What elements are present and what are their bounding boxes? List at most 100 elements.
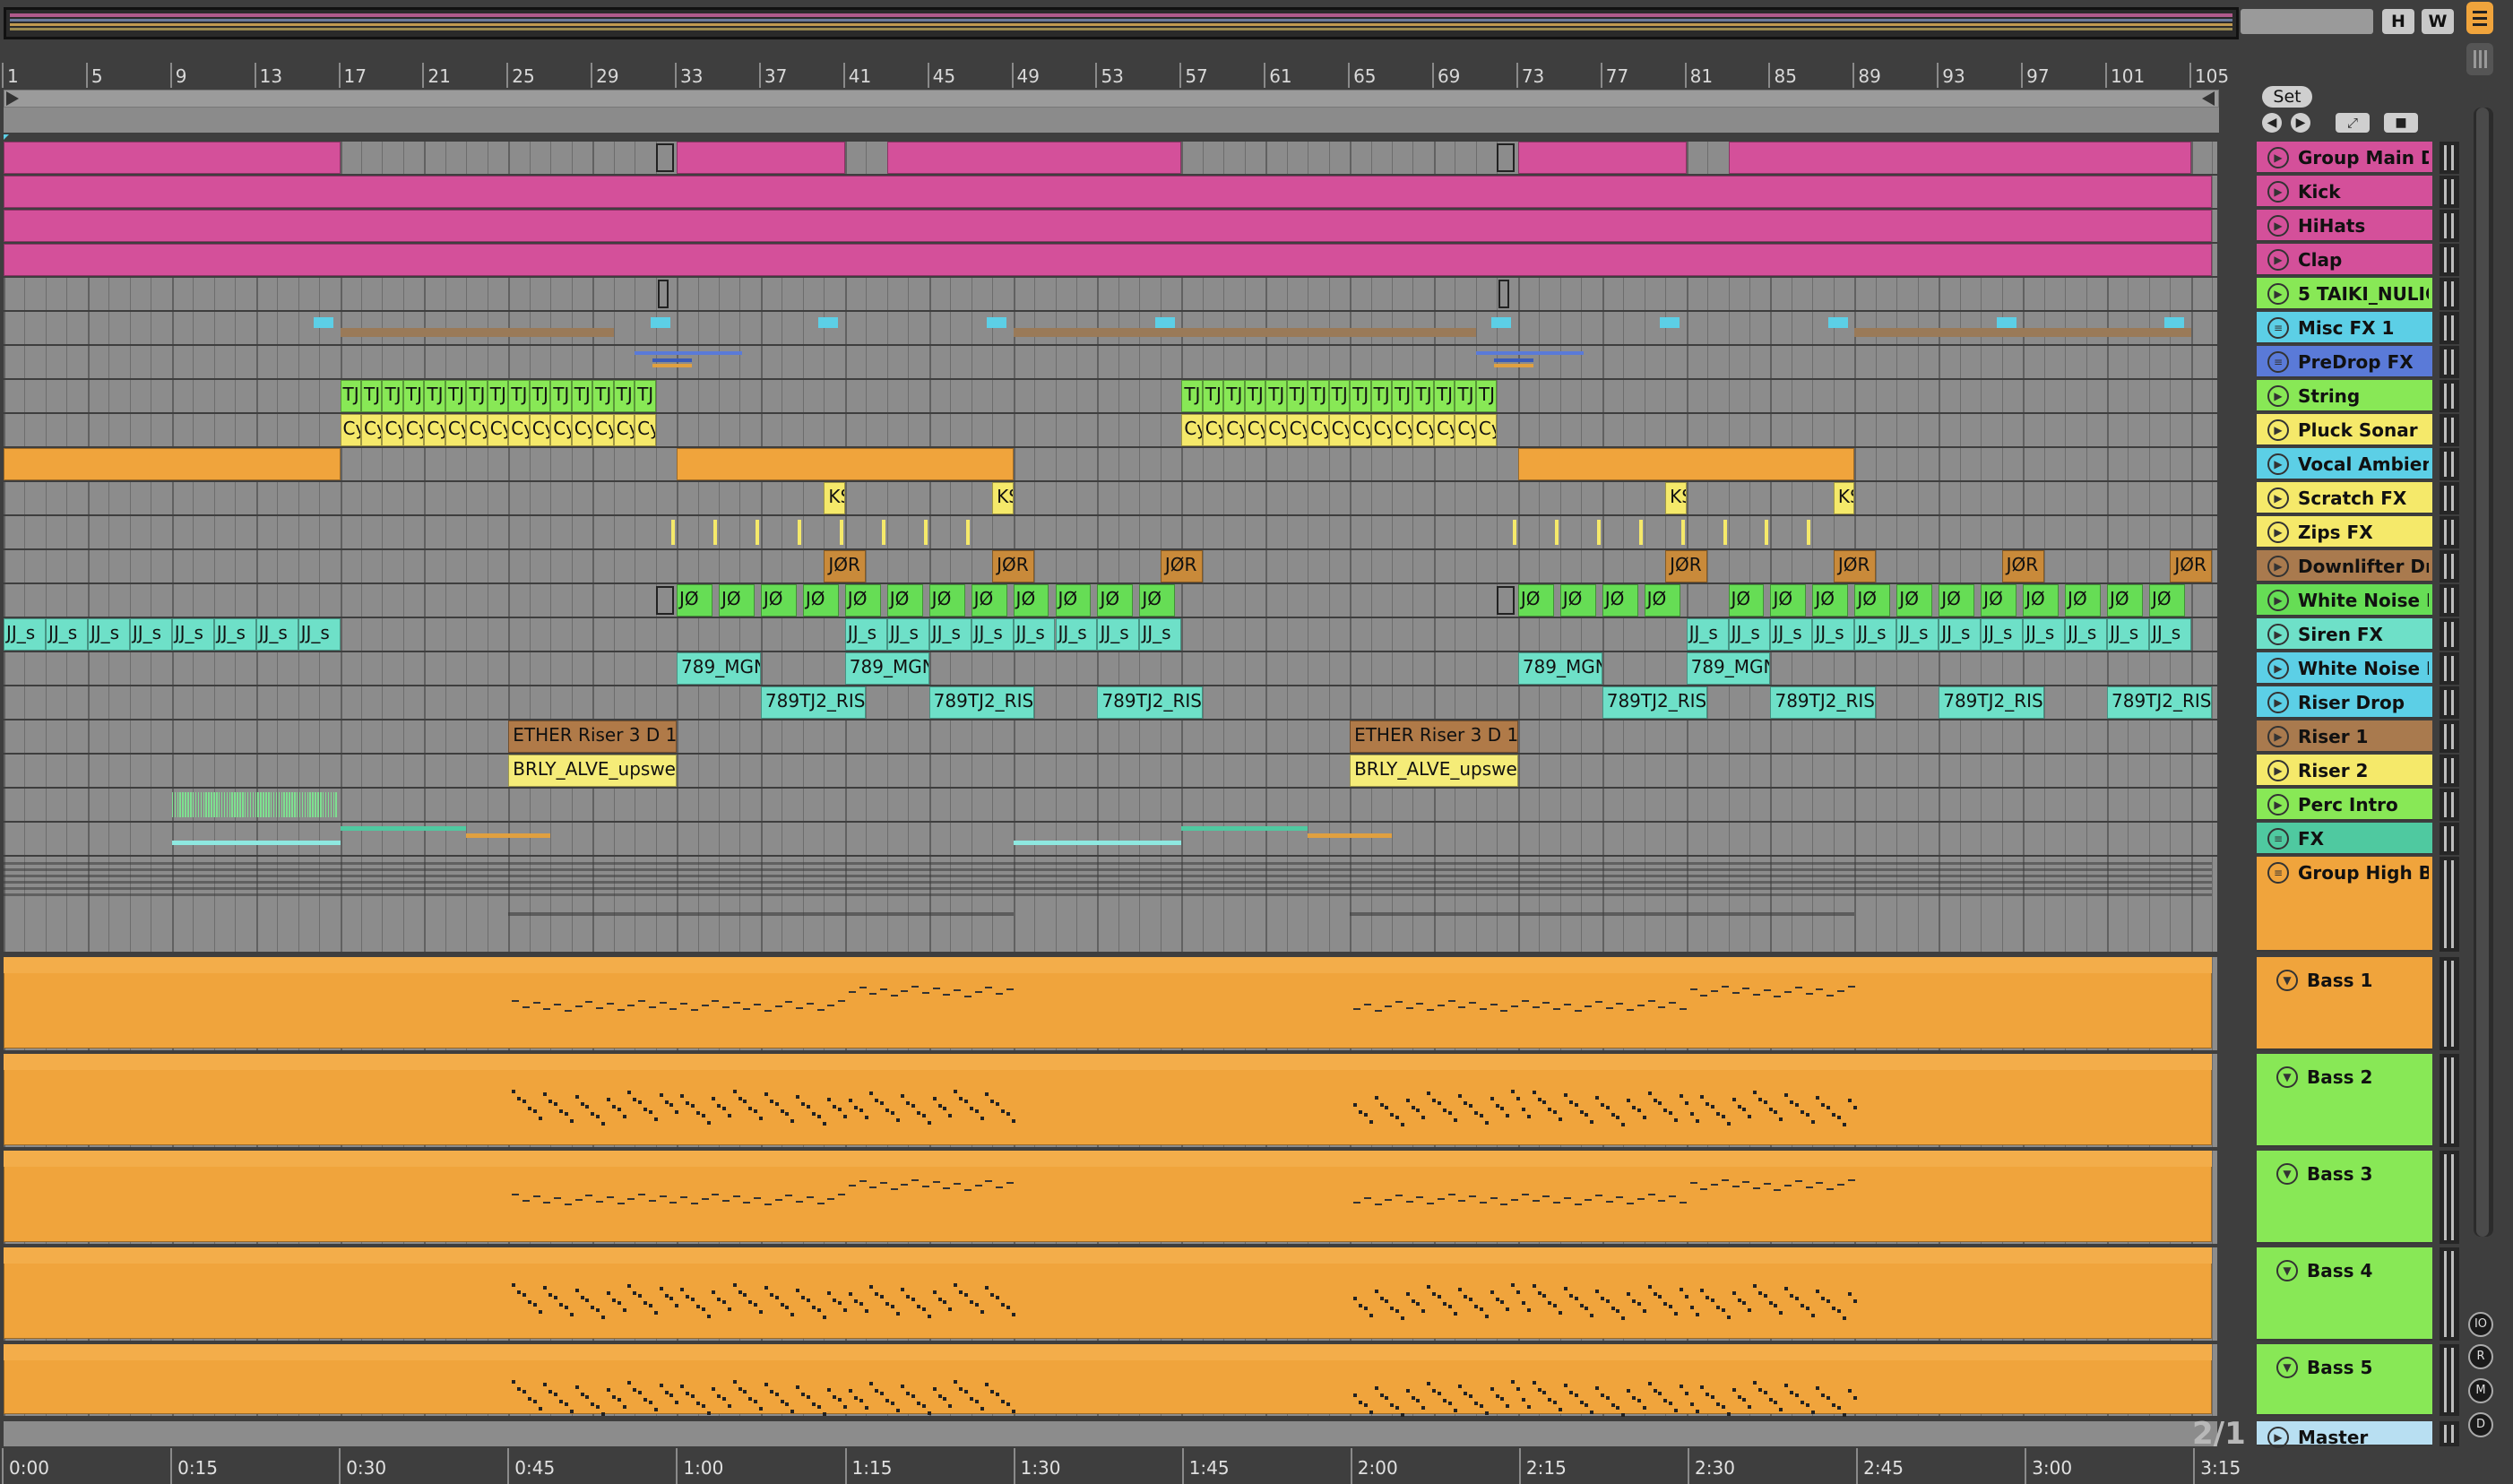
track-lane[interactable] [4,346,2217,378]
riser-drop-clip[interactable]: 789TJ2_RIS [1602,686,1708,719]
clip[interactable]: TJ [592,380,614,412]
clip[interactable]: Cy [1244,414,1266,446]
clip[interactable]: Cy [445,414,467,446]
track-header[interactable]: ≡ PreDrop FX [2257,346,2432,378]
drum-group-clip[interactable] [886,142,1182,174]
downlifter-clip[interactable]: JØR [1665,550,1708,582]
clip[interactable]: Cy [1475,414,1498,446]
white-noise-clip[interactable]: JØ [2148,584,2185,617]
clip[interactable]: Cy [1392,414,1413,446]
loop-brace-strip[interactable] [4,90,2219,108]
mixer-toggle-icon[interactable]: M [2468,1378,2493,1403]
track-header[interactable]: ▶ White Noise D [2257,652,2432,685]
play-icon[interactable]: ▶ [2267,624,2289,645]
play-icon[interactable]: ▶ [2267,522,2289,543]
lock-icon[interactable]: ■ [2384,113,2418,133]
track-lane[interactable] [4,380,2217,412]
empty-clip-outline[interactable] [655,586,674,615]
clip[interactable]: Cy [1350,414,1371,446]
clip[interactable]: Cy [1202,414,1224,446]
track-header[interactable]: ≡ Misc FX 1 [2257,312,2432,344]
downlifter-clip[interactable]: JØR [2170,550,2213,582]
clip[interactable]: TJ [1433,380,1455,412]
play-icon[interactable]: ▶ [2267,590,2289,611]
white-noise-clip[interactable]: JØ [886,584,923,617]
drum-group-clip[interactable] [4,142,341,174]
siren-fx-clip[interactable]: JJ_s [1939,618,1982,651]
fit-width-button[interactable]: W [2422,9,2454,34]
clip[interactable]: Cy [1181,414,1203,446]
arrangement-overview[interactable] [4,7,2239,39]
white-noise-clip[interactable]: JØ [677,584,712,617]
track-header[interactable]: ▶ String [2257,380,2432,412]
clip[interactable]: Cy [1286,414,1308,446]
siren-fx-clip[interactable]: JJ_s [1686,618,1729,651]
clip[interactable]: Cy [613,414,635,446]
white-noise-clip[interactable]: JØ [1644,584,1680,617]
loop-start-icon[interactable] [6,91,19,106]
white-noise-clip[interactable]: JØ [1770,584,1807,617]
list-icon[interactable]: ≡ [2267,317,2289,339]
siren-fx-clip[interactable]: JJ_s [1812,618,1855,651]
clip[interactable]: TJ [508,380,530,412]
clip[interactable]: Cy [1433,414,1455,446]
set-locator-button[interactable]: Set [2262,86,2312,108]
clip[interactable]: Cy [529,414,551,446]
siren-fx-clip[interactable]: JJ_s [844,618,887,651]
riser-drop-clip[interactable]: 789TJ2_RIS [2107,686,2213,719]
clip[interactable]: TJ [1370,380,1393,412]
track-header[interactable]: ▶ Kick [2257,176,2432,208]
empty-clip-outline[interactable] [1497,586,1516,615]
clip[interactable]: TJ [1223,380,1245,412]
white-noise-clip[interactable]: JØ [2065,584,2101,617]
track-header[interactable]: ▶ Pluck Sonar [2257,414,2432,446]
siren-fx-clip[interactable]: JJ_s [928,618,972,651]
siren-fx-clip[interactable]: JJ_s [255,618,298,651]
vocal-ambience-clip[interactable] [4,448,341,480]
drum-clip[interactable] [4,210,2213,242]
downlifter-clip[interactable]: JØR [1833,550,1876,582]
drum-group-clip[interactable] [1517,142,1687,174]
play-icon[interactable]: ▶ [2267,249,2289,271]
downlifter-clip[interactable]: JØR [992,550,1035,582]
play-icon[interactable]: ▶ [2267,692,2289,713]
clip[interactable]: Cy [1223,414,1245,446]
list-icon[interactable]: ≡ [2267,351,2289,373]
returns-toggle-icon[interactable]: R [2468,1344,2493,1369]
previous-locator-icon[interactable]: ◀ [2262,113,2282,133]
play-icon[interactable]: ▶ [2267,1427,2289,1448]
clip[interactable]: Cy [340,414,361,446]
clip[interactable]: TJ [571,380,593,412]
clip[interactable]: Cy [360,414,383,446]
master-lane[interactable] [4,1421,2217,1446]
clip[interactable]: Cy [571,414,593,446]
clip[interactable]: TJ [340,380,361,412]
siren-fx-clip[interactable]: JJ_s [213,618,256,651]
clip[interactable]: Cy [508,414,530,446]
track-lane[interactable] [4,720,2217,753]
track-header[interactable]: ▶ 5 TAIKI_NULIG [2257,278,2432,310]
scratch-fx-clip[interactable]: KS [1833,482,1855,514]
downlifter-clip[interactable]: JØR [1160,550,1203,582]
clip[interactable]: TJ [550,380,572,412]
play-icon[interactable]: ▶ [2267,658,2289,679]
empty-clip-outline[interactable] [1497,143,1516,172]
clip[interactable]: TJ [466,380,488,412]
white-noise-clip[interactable]: JØ [971,584,1007,617]
siren-fx-clip[interactable]: JJ_s [171,618,214,651]
scratch-fx-clip[interactable]: KS [1665,482,1687,514]
siren-fx-clip[interactable]: JJ_s [4,618,46,651]
riser-drop-clip[interactable]: 789TJ2_RIS [1939,686,2044,719]
track-header[interactable]: ▶ Zips FX [2257,516,2432,548]
clip[interactable]: Cy [550,414,572,446]
white-noise-clip[interactable]: JØ [1602,584,1638,617]
clip[interactable]: Cy [466,414,488,446]
track-header[interactable]: ▼ Bass 2 [2257,1054,2432,1147]
track-header[interactable]: ▶ HiHats [2257,210,2432,242]
track-lane[interactable] [4,516,2217,548]
scrollbar-thumb[interactable] [2476,108,2489,1237]
clip[interactable]: Cy [1308,414,1329,446]
white-noise-clip[interactable]: JØ [802,584,839,617]
draw-mode-icon[interactable]: ⤢ [2336,113,2370,133]
play-icon[interactable]: ▶ [2267,726,2289,747]
